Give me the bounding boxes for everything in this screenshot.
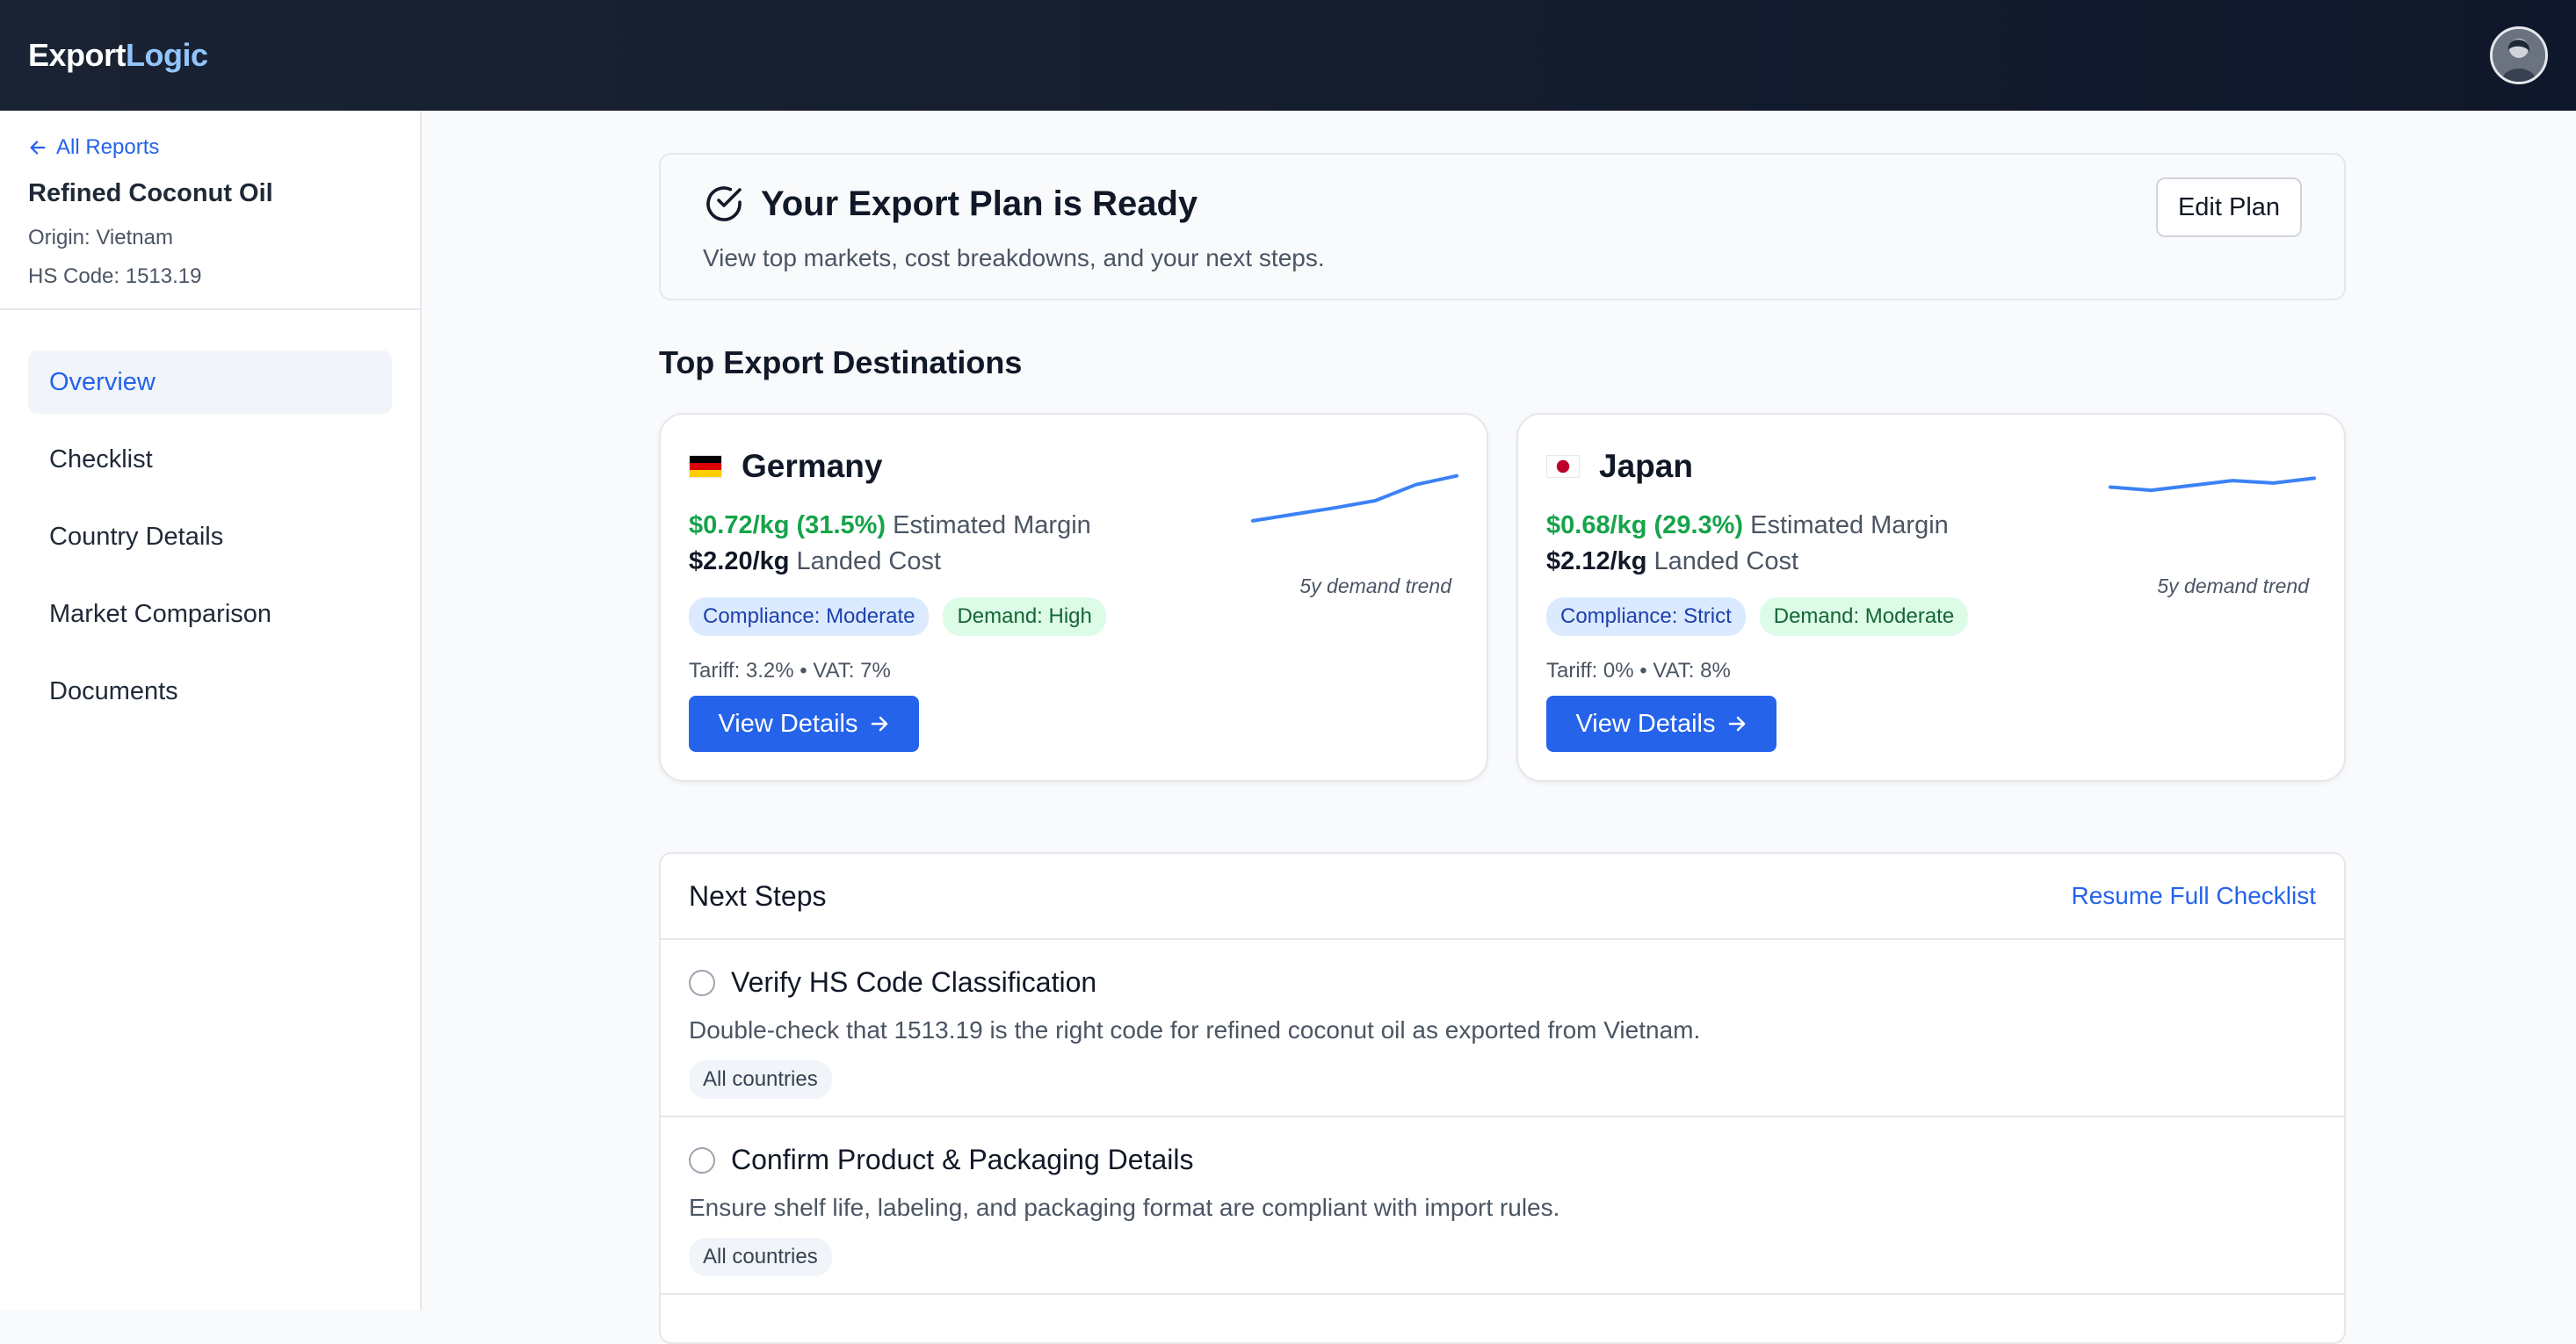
arrow-right-icon: [1728, 716, 1745, 732]
top-navbar: ExportLogic: [0, 0, 2576, 111]
demand-trend-sparkline: [1251, 473, 1458, 523]
step-title: Verify HS Code Classification: [731, 966, 1097, 998]
destination-cards: Germany $0.72/kg (31.5%) Estimated Margi…: [659, 413, 2346, 782]
sidebar-item-overview[interactable]: Overview: [28, 350, 392, 414]
destination-card-germany: Germany $0.72/kg (31.5%) Estimated Margi…: [659, 413, 1488, 782]
view-details-button-germany[interactable]: View Details: [689, 696, 919, 752]
resume-checklist-link[interactable]: Resume Full Checklist: [2071, 882, 2316, 910]
landed-cost: $2.20/kg Landed Cost: [689, 547, 942, 575]
trend-label: 5y demand trend: [2157, 574, 2309, 597]
step-tag: All countries: [689, 1060, 832, 1099]
sidebar: All Reports Refined Coconut Oil Origin: …: [0, 111, 422, 1311]
sidebar-nav: Overview Checklist Country Details Marke…: [0, 310, 420, 777]
product-hs-code: HS Code: 1513.19: [28, 264, 202, 288]
tariff-vat-info: Tariff: 3.2% • VAT: 7%: [689, 659, 891, 683]
product-summary: All Reports Refined Coconut Oil Origin: …: [0, 111, 420, 310]
sidebar-item-market-comparison[interactable]: Market Comparison: [28, 582, 392, 646]
step-title: Confirm Product & Packaging Details: [731, 1144, 1194, 1175]
view-details-button-japan[interactable]: View Details: [1546, 696, 1776, 752]
step-description: Ensure shelf life, labeling, and packagi…: [689, 1194, 1560, 1221]
sidebar-item-country-details[interactable]: Country Details: [28, 505, 392, 568]
sidebar-item-documents[interactable]: Documents: [28, 660, 392, 723]
step-radio[interactable]: [689, 1146, 715, 1174]
next-steps-title: Next Steps: [689, 879, 827, 912]
tariff-vat-info: Tariff: 0% • VAT: 8%: [1546, 659, 1731, 683]
germany-flag-icon: [689, 455, 722, 478]
demand-badge: Demand: High: [943, 597, 1106, 636]
demand-trend-sparkline: [2109, 476, 2316, 493]
demand-badge: Demand: Moderate: [1759, 597, 1969, 636]
check-circle-icon: [706, 186, 742, 221]
sidebar-item-checklist[interactable]: Checklist: [28, 428, 392, 491]
plan-ready-title: Your Export Plan is Ready: [703, 183, 2302, 225]
all-reports-link[interactable]: All Reports: [28, 135, 392, 160]
trend-label: 5y demand trend: [1299, 574, 1451, 597]
top-destinations-title: Top Export Destinations: [659, 344, 1023, 380]
japan-flag-icon: [1546, 455, 1580, 478]
step-tag: All countries: [689, 1238, 832, 1276]
app-logo[interactable]: ExportLogic: [28, 37, 208, 74]
edit-plan-button[interactable]: Edit Plan: [2156, 177, 2302, 237]
main-content: Your Export Plan is Ready View top marke…: [659, 153, 2346, 1344]
arrow-right-icon: [871, 716, 887, 732]
next-steps-card: Next Steps Resume Full Checklist Verify …: [659, 852, 2346, 1344]
product-name: Refined Coconut Oil: [28, 179, 273, 207]
destination-card-japan: Japan $0.68/kg (29.3%) Estimated Margin …: [1516, 413, 2346, 782]
checklist-item: Verify HS Code Classification Double-che…: [661, 940, 2344, 1117]
country-name: Japan: [1599, 448, 1693, 484]
compliance-badge: Compliance: Strict: [1546, 597, 1746, 636]
arrow-left-icon: [30, 141, 46, 155]
user-avatar[interactable]: [2490, 26, 2548, 84]
plan-ready-subtitle: View top markets, cost breakdowns, and y…: [703, 244, 1325, 271]
step-description: Double-check that 1513.19 is the right c…: [689, 1016, 1701, 1044]
country-name: Germany: [742, 448, 883, 484]
landed-cost: $2.12/kg Landed Cost: [1546, 547, 1799, 575]
compliance-badge: Compliance: Moderate: [689, 597, 930, 636]
checklist-item: Confirm Product & Packaging Details Ensu…: [661, 1117, 2344, 1295]
product-origin: Origin: Vietnam: [28, 226, 173, 249]
plan-ready-card: Your Export Plan is Ready View top marke…: [659, 153, 2346, 300]
step-radio[interactable]: [689, 969, 715, 996]
